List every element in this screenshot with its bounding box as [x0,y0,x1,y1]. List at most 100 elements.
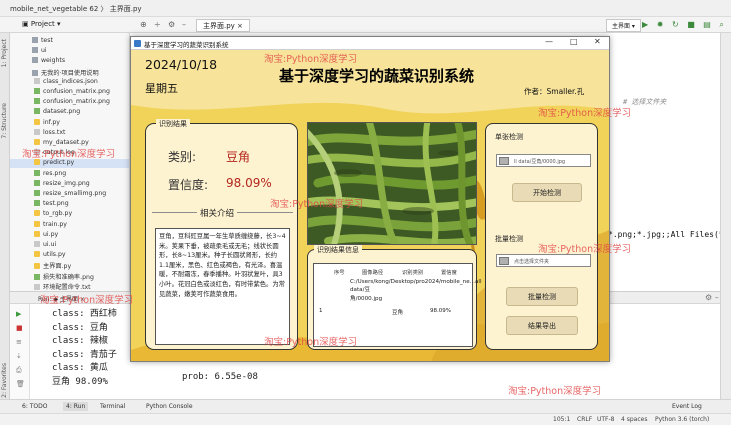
export-results-button[interactable]: 结果导出 [506,316,578,335]
table-header-path: 图像路径 [362,270,384,276]
tree-item[interactable]: 无我的·项目使用说明 [10,68,99,77]
single-image-input[interactable]: ll data/豆角/0000.jpg [496,154,591,167]
line-separator[interactable]: CRLF [577,416,592,423]
tree-item[interactable]: to_rgb.py [10,210,72,219]
editor-tab[interactable]: 主界面.py × [196,19,250,32]
tree-item-label: test [41,37,53,44]
minimize-panel-icon[interactable]: – [182,20,186,29]
run-toolbar-icons[interactable]: ▶ ✹ ↻ ■ ▤ ⌕ [642,20,727,30]
structure-tool-tab[interactable]: 7: Structure [1,103,8,139]
start-detect-button[interactable]: 开始检测 [512,183,582,202]
project-tree: test ui weights 无我的·项目使用说明 class_indices.jso… [10,33,130,291]
image-file-icon [34,200,40,207]
tree-item[interactable]: test [10,37,53,46]
tree-item[interactable]: ui.py [10,230,58,240]
app-window: 基于深度学习的蔬菜识别系统 — □ ✕ 2024/10/18 星期五 基于深度学… [130,36,610,362]
tree-item[interactable]: confusion_matrix.png [10,98,110,107]
project-tool-tab[interactable]: 1: Project [1,39,8,67]
project-dropdown[interactable]: ▣ Project ▾ [22,20,61,28]
favorites-tool-tab[interactable]: 2: Favorites [1,363,8,398]
terminal-tab[interactable]: Terminal [100,403,125,410]
trash-icon[interactable]: 🗑 [16,380,25,388]
description-text[interactable]: 豆角，豆科豇豆属一年生草质缠绕藤，长3~4米。荚果下垂，被疏柔毛或无毛；线状长圆… [155,228,290,345]
table-section-label: 识别结果信息 [314,245,362,255]
tree-item-label: weights [41,57,66,65]
intro-label: 相关介绍 [197,207,238,219]
tree-item-label: 无我的·项目使用说明 [41,69,99,77]
run-output-line: class: 西红柿 [52,309,117,319]
tree-item[interactable]: dataset.png [10,108,80,117]
image-file-icon [34,169,40,176]
tree-item[interactable]: 主界面.py [10,261,71,270]
run-config-label: 主界面 [612,23,631,30]
todo-tab[interactable]: 6: TODO [22,403,47,410]
tree-item[interactable]: ui [10,47,47,56]
gear-icon[interactable]: ⚙ – [705,293,719,302]
table-header-confidence: 置信度 [441,270,457,276]
wrap-icon[interactable]: ≡ [16,338,22,346]
python-file-icon [34,159,40,166]
tree-item[interactable]: ui.ui [10,241,56,250]
scroll-end-icon[interactable]: ⇣ [16,352,22,360]
tree-item-label: 损失和准确率.png [43,273,94,281]
tree-item-label: res.png [43,169,67,177]
bottom-tool-tabs: 6: TODO 4: Run Terminal Python Console E… [0,399,731,413]
python-file-icon [34,118,40,125]
tree-item[interactable]: loss.txt [10,128,65,138]
watermark: 淘宝:Python深度学习 [264,54,358,65]
folder-icon [32,57,38,64]
folder-icon [32,47,38,54]
close-button[interactable]: ✕ [594,37,601,46]
tree-item[interactable]: res.png [10,169,67,179]
watermark: 淘宝:Python深度学习 [538,244,632,255]
tree-item[interactable]: predict.py [10,159,129,169]
tree-item[interactable]: 损失和准确率.png [10,272,94,281]
python-console-tab[interactable]: Python Console [146,403,193,410]
run-config-select[interactable]: 主界面 ▾ [606,19,641,32]
app-icon [134,40,141,47]
run-bottom-tab[interactable]: 4: Run [63,402,89,411]
file-encoding[interactable]: UTF-8 [597,416,615,423]
tree-item[interactable]: test.png [10,200,69,209]
breadcrumb[interactable]: mobile_net_vegetable 62 〉 主界面.py [10,4,142,14]
table-header-index: 序号 [334,270,345,276]
python-file-icon [34,230,40,237]
result-card: 识别结果 类别: 豆角 置信度: 98.09% 相关介绍 豆角，豆科豇豆属一年生… [145,119,298,350]
maximize-button[interactable]: □ [570,37,578,46]
python-file-icon [34,251,40,258]
tree-item[interactable]: utils.py [10,251,66,260]
tree-item[interactable]: weights [10,57,65,66]
stop-icon[interactable]: ■ [16,324,23,332]
cursor-position[interactable]: 105:1 [553,416,570,423]
tree-item[interactable]: resize_smallimg.png [10,190,106,199]
green-beans-photo [308,123,476,244]
tree-item[interactable]: confusion_matrix.png [10,88,110,97]
gear-icon[interactable]: ⚙ [168,20,175,29]
tree-item-label: confusion_matrix.png [43,88,110,95]
tree-item[interactable]: class_indices.json [10,77,98,87]
interpreter[interactable]: Python 3.6 (torch) [655,416,709,423]
tree-item-label: inf.py [43,118,60,126]
tree-item-label: resize_smallimg.png [43,190,107,197]
tree-item-label: my_dataset.py [43,139,89,146]
tree-item[interactable]: inf.py [10,118,60,128]
tree-item-label: predict.py [43,159,75,167]
minimize-button[interactable]: — [545,37,553,46]
batch-detect-button[interactable]: 批量检测 [506,287,578,306]
run-output-line: class: 青茄子 [52,349,117,360]
tree-item[interactable]: train.py [10,220,67,230]
tree-item-label: ui.ui [43,241,57,248]
batch-folder-input[interactable]: 点击选择文件夹 [496,254,591,267]
ide-toolbar: ▣ Project ▾ ⊕ ÷ ⚙ – 主界面.py × 主界面 ▾ ▶ ✹ ↻… [0,17,731,33]
python-file-icon [34,210,40,217]
indent-setting[interactable]: 4 spaces [621,416,647,423]
table-cell-path: C:/Users/kong/Desktop/pro2024/mobile_ne.… [350,279,482,302]
rerun-icon[interactable]: ▶ [16,310,21,318]
print-icon[interactable]: ⎙ [16,366,22,375]
class-value: 豆角 [226,150,251,164]
tree-item[interactable]: resize_img.png [10,179,90,189]
collapse-icon[interactable]: ÷ [154,20,161,29]
target-icon[interactable]: ⊕ [140,20,147,29]
event-log-tab[interactable]: Event Log [672,403,702,410]
tree-item[interactable]: 环境配置命令.txt [10,282,91,291]
